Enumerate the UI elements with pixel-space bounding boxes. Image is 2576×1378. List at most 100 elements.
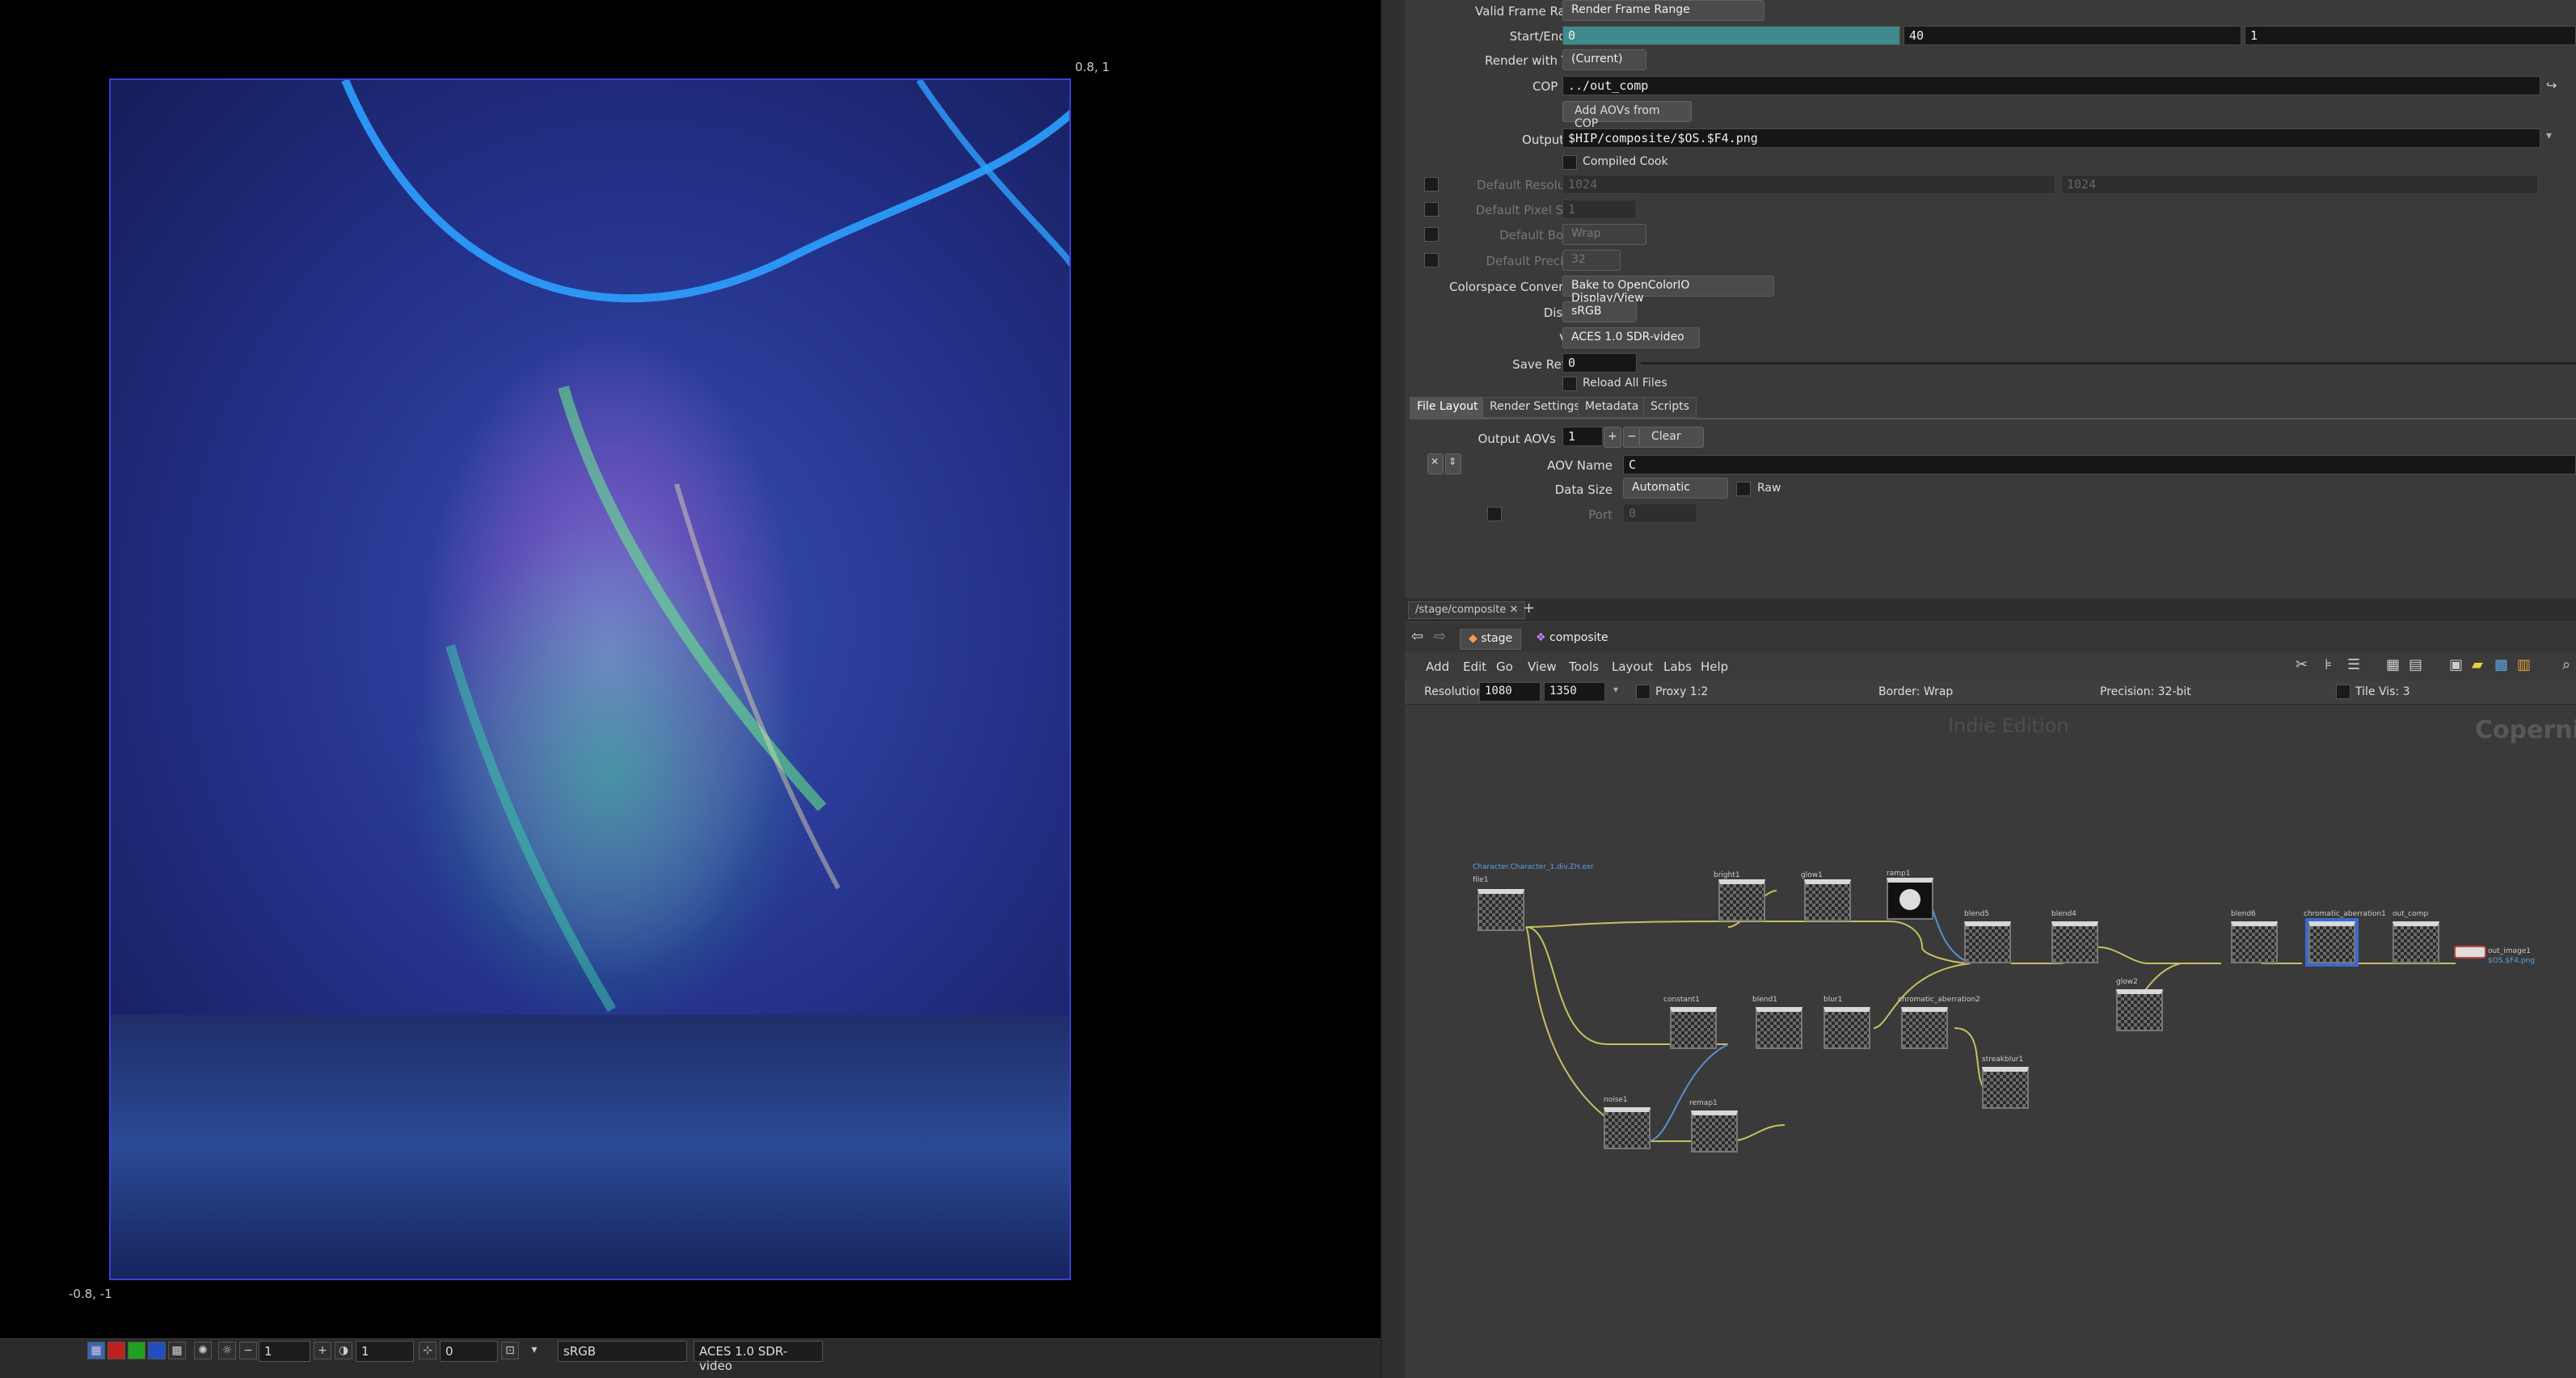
tile-vis-checkbox[interactable]: [2336, 685, 2350, 699]
node-streakblur1[interactable]: [1982, 1067, 2029, 1109]
plus-icon[interactable]: +: [314, 1342, 331, 1359]
data-size-menu[interactable]: Automatic: [1623, 478, 1728, 499]
jump-icon[interactable]: ↪: [2546, 78, 2557, 93]
node-out-comp[interactable]: [2393, 921, 2439, 963]
menu-view[interactable]: View: [1528, 660, 1557, 674]
tree-icon[interactable]: ⊧: [2325, 656, 2332, 673]
node-file1[interactable]: [1478, 889, 1524, 931]
output-file-field[interactable]: $HIP/composite/$OS.$F4.png: [1562, 129, 2540, 148]
minus-icon[interactable]: −: [239, 1342, 257, 1359]
proxy-checkbox[interactable]: [1636, 685, 1651, 699]
add-tab-icon[interactable]: +: [1523, 600, 1535, 617]
close-tab-icon[interactable]: ✕: [1509, 604, 1518, 616]
grid-icon[interactable]: ▦: [2386, 656, 2400, 673]
default-pixel-scale-field[interactable]: 1: [1562, 200, 1637, 219]
gamma-icon[interactable]: ◑: [335, 1342, 352, 1359]
forward-arrow-icon[interactable]: ⇨: [1434, 628, 1446, 645]
clear-button[interactable]: Clear: [1639, 427, 1704, 448]
breadcrumb-stage[interactable]: ◆ stage: [1460, 629, 1522, 650]
view-menu[interactable]: ACES 1.0 SDR-video: [1562, 327, 1700, 348]
node-chromatic-aberration1[interactable]: [2308, 921, 2355, 963]
colorspace-menu[interactable]: sRGB: [558, 1341, 687, 1362]
end-field[interactable]: 40: [1904, 26, 2241, 45]
table-icon[interactable]: ▤: [2409, 656, 2422, 673]
save-retries-field[interactable]: 0: [1562, 353, 1637, 373]
default-border-menu[interactable]: Wrap: [1562, 224, 1646, 245]
node-constant1[interactable]: [1670, 1007, 1717, 1049]
tab-scripts[interactable]: Scripts: [1643, 397, 1697, 418]
menu-layout[interactable]: Layout: [1612, 660, 1653, 674]
raw-checkbox[interactable]: [1736, 482, 1751, 496]
node-out-image1[interactable]: [2454, 946, 2486, 959]
add-aovs-button[interactable]: Add AOVs from COP: [1562, 101, 1692, 130]
view-transform-menu[interactable]: ACES 1.0 SDR-video: [694, 1341, 823, 1373]
node-blur1[interactable]: [1823, 1007, 1870, 1049]
menu-edit[interactable]: Edit: [1463, 660, 1486, 674]
rgb-icon[interactable]: ▦: [87, 1342, 105, 1359]
sticky-note-icon[interactable]: ▰: [2472, 656, 2483, 673]
palette-icon[interactable]: ▥: [2517, 656, 2531, 673]
tab-metadata[interactable]: Metadata: [1578, 397, 1646, 418]
network-box-icon[interactable]: ▩: [2494, 656, 2508, 673]
node-noise1[interactable]: [1604, 1107, 1651, 1149]
default-resolution-y[interactable]: 1024: [2061, 175, 2538, 194]
render-with-take-menu[interactable]: (Current): [1562, 49, 1646, 70]
node-blend6[interactable]: [2231, 921, 2278, 963]
list-icon[interactable]: ☰: [2347, 656, 2360, 673]
compiled-cook-checkbox[interactable]: [1562, 155, 1577, 170]
dropdown-arrow-icon[interactable]: ▾: [525, 1342, 543, 1359]
search-icon[interactable]: ⌕: [2562, 656, 2570, 673]
exposure-field[interactable]: 1: [259, 1341, 310, 1362]
node-glow1[interactable]: [1804, 879, 1851, 921]
reload-all-files-checkbox[interactable]: [1562, 377, 1577, 391]
node-blend5[interactable]: [1964, 921, 2011, 963]
display-menu[interactable]: sRGB: [1562, 301, 1637, 322]
node-blend4[interactable]: [2051, 921, 2098, 963]
gamma-field[interactable]: 1: [356, 1341, 414, 1362]
output-aovs-field[interactable]: 1: [1562, 427, 1603, 446]
menu-labs[interactable]: Labs: [1663, 660, 1692, 674]
colorspace-conversion-menu[interactable]: Bake to OpenColorIO Display/View: [1562, 276, 1774, 305]
valid-frame-range-menu[interactable]: Render Frame Range: [1562, 0, 1764, 21]
node-chromatic-aberration2[interactable]: [1901, 1007, 1948, 1049]
pane-divider[interactable]: [1381, 0, 1405, 1378]
node-remap1[interactable]: [1691, 1110, 1738, 1153]
cop-path-field[interactable]: ../out_comp: [1562, 76, 2540, 95]
node-bright1[interactable]: [1718, 879, 1765, 921]
alpha-channel-icon[interactable]: ▩: [168, 1342, 186, 1359]
port-field[interactable]: 0: [1623, 504, 1697, 523]
breadcrumb-composite[interactable]: ❖ composite: [1528, 629, 1617, 650]
network-tab-label[interactable]: /stage/composite: [1415, 604, 1506, 616]
remove-aov-icon[interactable]: −: [1623, 427, 1641, 448]
blue-channel-icon[interactable]: [148, 1342, 166, 1359]
network-view[interactable]: Indie Edition Copernic Character.Charact…: [1405, 705, 2576, 1378]
brightness-icon[interactable]: ☼: [218, 1342, 236, 1359]
start-field[interactable]: 0: [1562, 26, 1900, 45]
red-channel-icon[interactable]: [108, 1342, 125, 1359]
green-channel-icon[interactable]: [128, 1342, 145, 1359]
file-chooser-icon[interactable]: ▾: [2546, 129, 2552, 142]
tab-render-settings[interactable]: Render Settings: [1482, 397, 1587, 418]
image-icon[interactable]: ▣: [2449, 656, 2463, 673]
resolution-menu-icon[interactable]: ▾: [1613, 684, 1618, 695]
node-ramp1[interactable]: [1887, 878, 1933, 920]
save-retries-slider[interactable]: [1641, 362, 2576, 365]
add-aov-icon[interactable]: +: [1604, 427, 1621, 448]
node-glow2[interactable]: [2116, 989, 2163, 1031]
default-resolution-x[interactable]: 1024: [1562, 175, 2055, 194]
aov-name-field[interactable]: C: [1623, 455, 2576, 474]
exposure-icon[interactable]: ✺: [194, 1342, 212, 1359]
frame-field[interactable]: 0: [440, 1341, 498, 1362]
menu-add[interactable]: Add: [1426, 660, 1449, 674]
menu-help[interactable]: Help: [1701, 660, 1728, 674]
node-blend1[interactable]: [1756, 1007, 1802, 1049]
back-arrow-icon[interactable]: ⇦: [1411, 628, 1423, 645]
resolution-x-field[interactable]: 1080: [1479, 682, 1541, 702]
resolution-y-field[interactable]: 1350: [1544, 682, 1605, 702]
tab-file-layout[interactable]: File Layout: [1410, 397, 1486, 418]
snapshot-icon[interactable]: ⊹: [419, 1342, 436, 1359]
tools-icon[interactable]: ✂: [2296, 656, 2308, 673]
menu-tools[interactable]: Tools: [1569, 660, 1599, 674]
lut-icon[interactable]: ⊡: [501, 1342, 519, 1359]
inc-field[interactable]: 1: [2245, 26, 2576, 45]
